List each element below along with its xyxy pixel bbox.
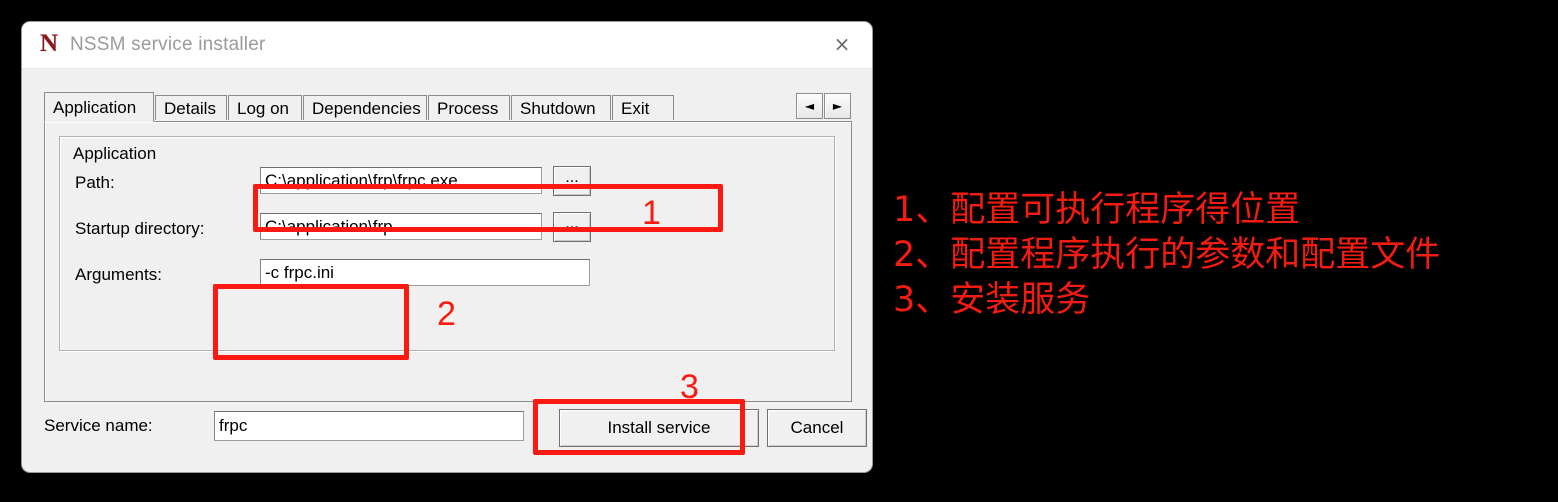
annotation-marker-1: 1 — [642, 194, 661, 232]
annotation-note-3: 3、安装服务 — [893, 280, 1091, 320]
tab-page-application: Application Path: C:\application\frp\frp… — [44, 121, 852, 402]
title-bar: N NSSM service installer × — [22, 22, 872, 69]
startup-directory-label: Startup directory: — [75, 219, 205, 238]
window-title: NSSM service installer — [70, 34, 266, 55]
nssm-logo-icon: N — [39, 30, 59, 57]
nssm-service-installer-window: N NSSM service installer × Application D… — [22, 22, 872, 472]
arguments-label: Arguments: — [75, 265, 162, 284]
tab-application[interactable]: Application — [44, 92, 154, 122]
arguments-input[interactable]: -c frpc.ini — [260, 259, 590, 286]
annotation-note-1: 1、配置可执行程序得位置 — [893, 190, 1301, 230]
tab-scroll-right-icon[interactable]: ► — [824, 93, 851, 119]
tab-exit[interactable]: Exit — [612, 95, 674, 120]
tab-process[interactable]: Process — [428, 95, 510, 120]
path-browse-button[interactable]: ... — [553, 166, 591, 196]
tab-log-on[interactable]: Log on — [228, 95, 302, 120]
path-input[interactable]: C:\application\frp\frpc.exe — [260, 167, 542, 194]
annotation-notes: 1、配置可执行程序得位置 2、配置程序执行的参数和配置文件 3、安装服务 — [893, 188, 1543, 323]
service-name-label: Service name: — [44, 416, 153, 435]
tab-scroll-buttons: ◄ ► — [796, 93, 852, 121]
cancel-button[interactable]: Cancel — [767, 409, 867, 447]
annotation-marker-2: 2 — [437, 295, 456, 333]
tab-control: Application Details Log on Dependencies … — [44, 92, 852, 402]
tab-strip: Application Details Log on Dependencies … — [44, 92, 852, 122]
annotation-note-2: 2、配置程序执行的参数和配置文件 — [893, 235, 1441, 275]
annotation-marker-3: 3 — [680, 368, 699, 406]
application-group-label: Application — [69, 145, 161, 163]
path-label: Path: — [75, 173, 115, 192]
close-icon[interactable]: × — [820, 28, 864, 60]
tab-shutdown[interactable]: Shutdown — [511, 95, 611, 120]
tab-scroll-left-icon[interactable]: ◄ — [796, 93, 823, 119]
startup-directory-browse-button[interactable]: ... — [553, 212, 591, 242]
service-name-input[interactable]: frpc — [214, 411, 524, 441]
install-service-button[interactable]: Install service — [559, 409, 759, 447]
startup-directory-input[interactable]: C:\application\frp — [260, 213, 542, 240]
tab-details[interactable]: Details — [155, 95, 227, 120]
tab-dependencies[interactable]: Dependencies — [303, 95, 427, 120]
